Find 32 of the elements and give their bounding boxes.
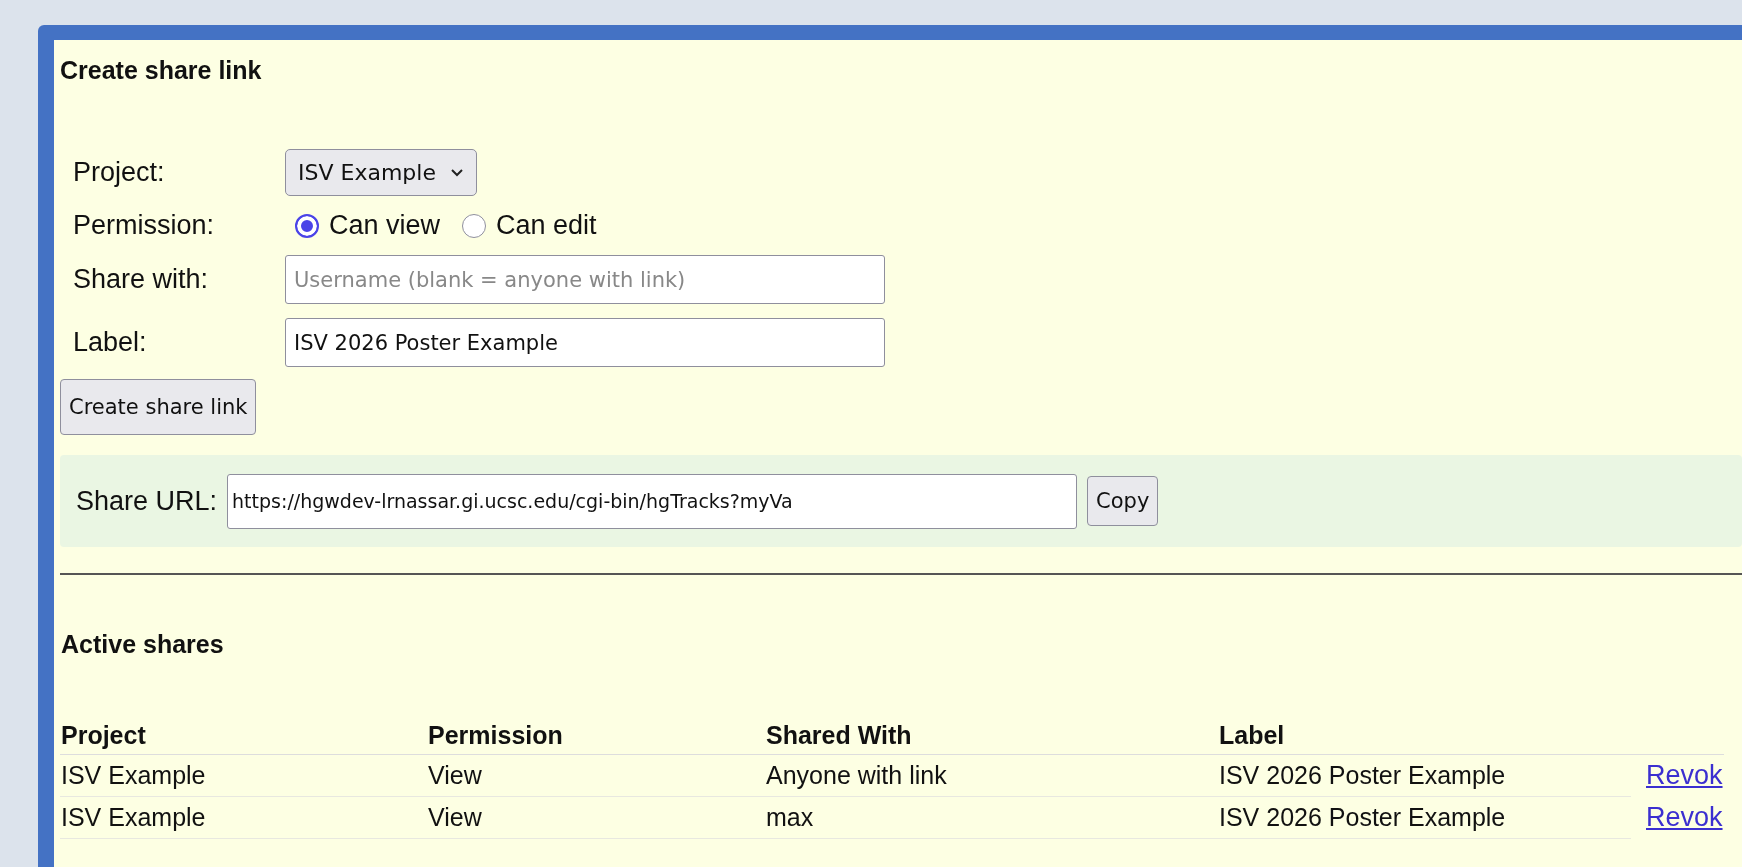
field-label: Share URL: (76, 485, 218, 517)
field-label: Permission: (73, 210, 216, 241)
field-label: Label: (73, 327, 148, 358)
create-share-link-button[interactable]: Create share link (60, 379, 257, 435)
table-cell: max (765, 796, 1218, 839)
field-label: Share with: (73, 264, 210, 295)
share-url-field[interactable]: https://hgwdev-lrnassar.gi.ucsc.edu/cgi-bin/hgTracks?myVa (227, 473, 1078, 529)
username-field[interactable]: Username (blank = anyone with link) (285, 255, 885, 304)
section-title: Active shares (61, 630, 225, 659)
column-header: Label (1218, 717, 1631, 755)
table-cell: ISV Example (60, 754, 427, 797)
column-header: Shared With (765, 717, 1218, 755)
project-dropdown[interactable]: ISV Example (285, 149, 477, 196)
section-title: Create share link (60, 56, 263, 85)
revoke-link[interactable]: Revok (1632, 760, 1723, 791)
table-cell: View (427, 796, 765, 839)
table-cell: Anyone with link (765, 754, 1218, 797)
revoke-link[interactable]: Revok (1632, 802, 1723, 832)
column-header: Project (60, 717, 427, 755)
table-cell: ISV 2026 Poster Example (1218, 754, 1631, 797)
table-cell: View (427, 754, 765, 797)
table-cell: ISV Example (60, 796, 427, 839)
table-cell: ISV 2026 Poster Example (1218, 796, 1631, 839)
radio-button[interactable] (295, 213, 319, 238)
radio-label[interactable]: Can edit (496, 210, 597, 241)
radio-button[interactable] (462, 213, 487, 238)
column-header: Permission (427, 717, 765, 755)
field-label: Project: (73, 157, 166, 188)
radio-label[interactable]: Can view (329, 210, 441, 241)
chevron-down-icon (449, 168, 464, 177)
label-field[interactable]: ISV 2026 Poster Example (285, 318, 885, 367)
copy-button[interactable]: Copy (1087, 476, 1159, 526)
